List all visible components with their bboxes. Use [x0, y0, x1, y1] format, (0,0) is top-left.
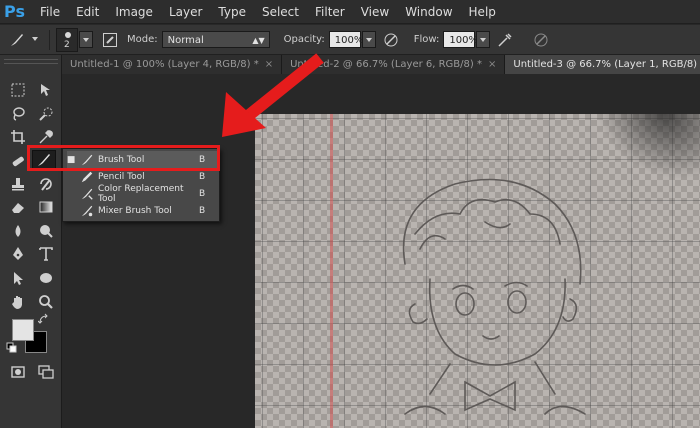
brush-panel-toggle-icon[interactable]	[99, 29, 121, 51]
opacity-label: Opacity:	[283, 34, 325, 45]
flyout-item-label: Color Replacement Tool	[98, 183, 184, 204]
mode-select[interactable]: Normal ▲▼	[161, 31, 270, 48]
brush-tip-icon	[65, 31, 71, 38]
tab-untitled-1[interactable]: Untitled-1 @ 100% (Layer 4, RGB/8) * ×	[62, 55, 283, 74]
menu-bar: Ps File Edit Image Layer Type Select Fil…	[0, 0, 700, 24]
tool-preset-brush-icon[interactable]	[6, 29, 28, 51]
path-selection-tool-icon[interactable]	[6, 268, 30, 288]
swap-colors-icon[interactable]	[38, 313, 50, 326]
menu-image[interactable]: Image	[107, 0, 161, 24]
color-replacement-icon	[76, 187, 98, 201]
options-bar: 2 Mode: Normal ▲▼ Opacity: 100% Flow: 10…	[0, 25, 700, 55]
mixer-brush-icon	[76, 204, 98, 218]
opacity-dropdown[interactable]	[361, 31, 376, 48]
mode-dropdown-icon: ▲▼	[252, 36, 265, 45]
quick-selection-tool-icon[interactable]	[34, 104, 58, 124]
menu-window[interactable]: Window	[397, 0, 460, 24]
opacity-input[interactable]: 100%	[328, 31, 363, 48]
menu-layer[interactable]: Layer	[161, 0, 210, 24]
tab-untitled-2[interactable]: Untitled-2 @ 66.7% (Layer 6, RGB/8) * ×	[282, 55, 506, 74]
close-icon[interactable]: ×	[265, 59, 273, 70]
ellipse-tool-icon[interactable]	[34, 268, 58, 288]
default-colors-icon[interactable]	[6, 342, 18, 354]
type-tool-icon[interactable]	[34, 244, 58, 264]
mode-value: Normal	[167, 35, 204, 46]
close-icon[interactable]: ×	[488, 59, 496, 70]
menu-help[interactable]: Help	[461, 0, 504, 24]
brush-size-value: 2	[64, 39, 70, 50]
history-brush-tool-icon[interactable]	[34, 174, 58, 194]
tool-preset-dropdown[interactable]	[29, 31, 43, 48]
pressure-opacity-icon[interactable]	[380, 29, 402, 51]
tab-label: Untitled-1 @ 100% (Layer 4, RGB/8) *	[70, 59, 259, 70]
canvas-area[interactable]	[62, 74, 700, 428]
shortcut-key: B	[199, 171, 206, 182]
photoshop-logo: Ps	[4, 1, 25, 21]
document-tab-bar: Untitled-1 @ 100% (Layer 4, RGB/8) * × Un…	[62, 55, 700, 74]
menu-file[interactable]: File	[32, 0, 68, 24]
blur-tool-icon[interactable]	[6, 221, 30, 241]
foreground-color-swatch[interactable]	[12, 319, 34, 341]
crop-tool-icon[interactable]	[6, 127, 30, 147]
brush-preset-dropdown[interactable]	[79, 31, 93, 48]
pencil-sketch-drawing	[402, 178, 586, 415]
menu-filter[interactable]: Filter	[307, 0, 353, 24]
menu-edit[interactable]: Edit	[68, 0, 107, 24]
flyout-item-label: Pencil Tool	[98, 171, 145, 182]
menu-type[interactable]: Type	[210, 0, 254, 24]
document-canvas[interactable]	[255, 114, 700, 428]
tab-label: Untitled-3 @ 66.7% (Layer 1, RGB/8) *	[513, 59, 700, 70]
zoom-tool-icon[interactable]	[34, 292, 58, 312]
pen-tool-icon[interactable]	[6, 244, 30, 264]
move-tool-icon[interactable]	[34, 80, 58, 100]
panel-grip[interactable]	[4, 59, 58, 64]
airbrush-icon[interactable]	[494, 29, 516, 51]
flow-dropdown[interactable]	[476, 31, 491, 48]
flow-label: Flow:	[413, 34, 440, 45]
quick-mask-icon[interactable]	[6, 362, 30, 382]
pressure-size-icon[interactable]	[530, 29, 552, 51]
flow-input[interactable]: 100%	[443, 31, 478, 48]
dodge-tool-icon[interactable]	[34, 221, 58, 241]
brush-preset-picker[interactable]: 2	[56, 27, 78, 52]
clone-stamp-tool-icon[interactable]	[6, 174, 30, 194]
shortcut-key: B	[199, 188, 206, 199]
tab-untitled-3[interactable]: Untitled-3 @ 66.7% (Layer 1, RGB/8) *×	[505, 55, 700, 74]
tab-label: Untitled-2 @ 66.7% (Layer 6, RGB/8) *	[290, 59, 482, 70]
hand-tool-icon[interactable]	[6, 292, 30, 312]
menu-select[interactable]: Select	[254, 0, 307, 24]
marquee-tool-icon[interactable]	[6, 80, 30, 100]
pencil-icon	[76, 170, 98, 184]
flyout-item-color-replacement-tool[interactable]: Color Replacement Tool B	[63, 183, 219, 204]
screen-mode-icon[interactable]	[34, 362, 58, 382]
lasso-tool-icon[interactable]	[6, 104, 30, 124]
separator	[49, 29, 50, 50]
flyout-item-label: Mixer Brush Tool	[98, 205, 172, 216]
gradient-tool-icon[interactable]	[34, 197, 58, 217]
eraser-tool-icon[interactable]	[6, 197, 30, 217]
flyout-item-mixer-brush-tool[interactable]: Mixer Brush Tool B	[63, 202, 219, 219]
eyedropper-tool-icon[interactable]	[34, 127, 58, 147]
mode-label: Mode:	[127, 34, 158, 45]
menu-view[interactable]: View	[353, 0, 397, 24]
shortcut-key: B	[199, 205, 206, 216]
annotation-highlight-box	[27, 145, 220, 171]
